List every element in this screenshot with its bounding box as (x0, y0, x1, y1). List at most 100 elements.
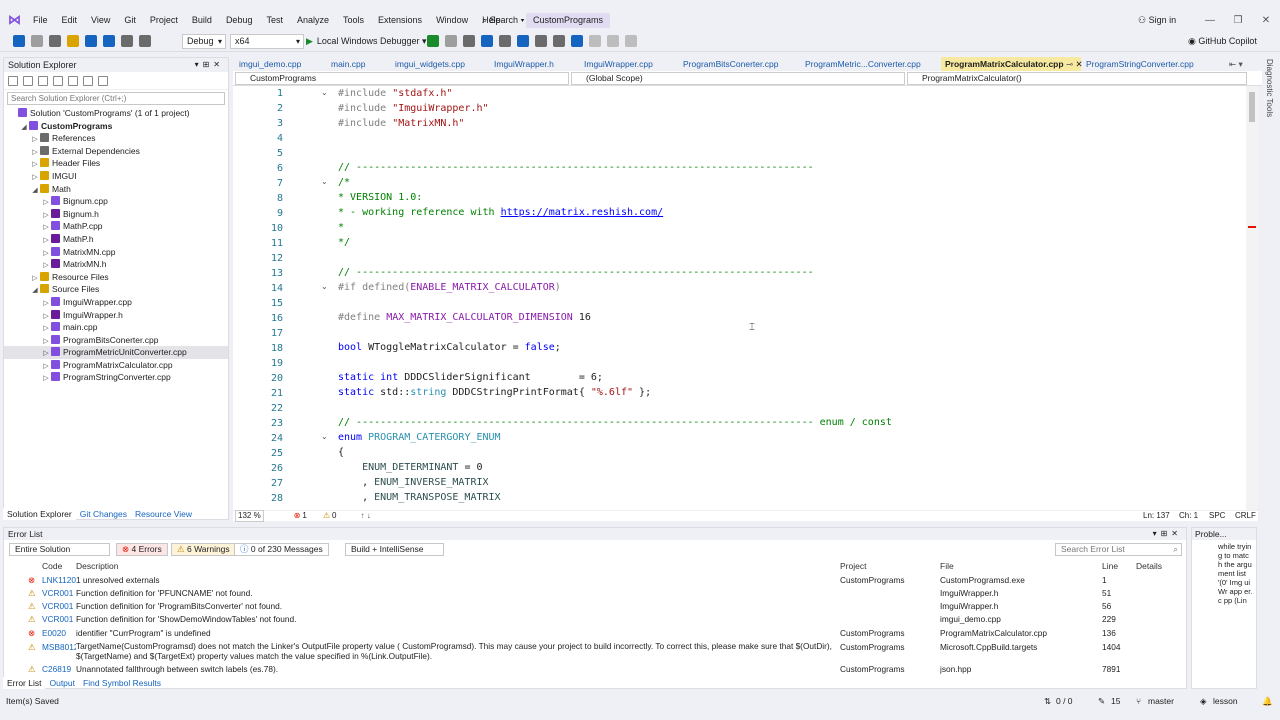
tree-item[interactable]: ◢ Math (4, 183, 228, 196)
project-dropdown[interactable]: CustomPrograms (235, 72, 569, 85)
status-branch[interactable]: master (1148, 693, 1174, 710)
show-all-files-icon[interactable] (68, 75, 78, 86)
restore-icon[interactable]: ❐ (1224, 10, 1252, 31)
tree-item[interactable]: ▷ References (4, 132, 228, 145)
editor-error-count[interactable]: 1 (302, 511, 306, 521)
tab-imguiwrapper-h[interactable]: ImguiWrapper.h (490, 57, 558, 71)
menu-analyze[interactable]: Analyze (290, 10, 336, 31)
whitespace-mode[interactable]: SPC (1209, 511, 1225, 521)
fold-toggle-icon[interactable]: ⌄ (321, 432, 328, 441)
tree-item[interactable]: ▷ Bignum.cpp (4, 195, 228, 208)
configuration-dropdown[interactable]: Debug (182, 34, 226, 49)
build-filter-dropdown[interactable]: Build + IntelliSense (345, 543, 444, 556)
clear-bookmarks-icon[interactable] (625, 35, 637, 47)
refresh-icon[interactable] (445, 35, 457, 47)
warnings-filter-button[interactable]: ⚠ 6 Warnings (171, 543, 236, 556)
editor-warning-count[interactable]: 0 (332, 511, 336, 521)
expand-arrow-icon[interactable]: ▷ (41, 373, 51, 386)
errors-filter-button[interactable]: ⊗ 4 Errors (116, 543, 168, 556)
status-repo[interactable]: lesson (1213, 693, 1238, 710)
menu-tools[interactable]: Tools (336, 10, 371, 31)
line-ending[interactable]: CRLF (1235, 511, 1256, 521)
redo-icon[interactable] (139, 35, 151, 47)
tree-item[interactable]: ▷ Bignum.h (4, 208, 228, 221)
menu-project[interactable]: Project (143, 10, 185, 31)
code-editor[interactable]: 1 2 3 4 5 6 7 8 9 10 11 12 13 14 15 16 17 18 19 20 21 22 23 24 2… (233, 86, 1258, 510)
tab-solution-explorer[interactable]: Solution Explorer (3, 508, 76, 520)
search-button[interactable]: ⌕ Search ▾ (476, 13, 530, 28)
tab-imgui-demo[interactable]: imgui_demo.cpp (235, 57, 305, 71)
tree-item[interactable]: ▷ External Dependencies (4, 145, 228, 158)
tab-output[interactable]: Output (45, 677, 79, 689)
column-project[interactable]: Project (840, 561, 866, 571)
tab-programmatrixcalculator[interactable]: ProgramMatrixCalculator.cpp ⊸ ✕ (941, 57, 1083, 71)
forward-icon[interactable] (31, 35, 43, 47)
tree-item[interactable]: ▷ IMGUI (4, 170, 228, 183)
open-folder-icon[interactable] (67, 35, 79, 47)
menu-view[interactable]: View (84, 10, 117, 31)
status-changes[interactable]: 15 (1111, 693, 1120, 710)
tab-resource-view[interactable]: Resource View (131, 508, 196, 520)
tab-imguiwrapper-cpp[interactable]: ImguiWrapper.cpp (580, 57, 657, 71)
nav-arrows-icon[interactable]: ↑ ↓ (360, 511, 370, 521)
run-debugger-button[interactable]: ▶ Local Windows Debugger ▾ (306, 34, 427, 49)
menu-window[interactable]: Window (429, 10, 475, 31)
member-dropdown[interactable]: ProgramMatrixCalculator() (907, 72, 1247, 85)
tab-imgui-widgets[interactable]: imgui_widgets.cpp (391, 57, 469, 71)
tree-item[interactable]: ▷ ProgramStringConverter.cpp (4, 371, 228, 384)
pin-icon[interactable]: ⊸ (1066, 59, 1073, 69)
tab-programstringconverter[interactable]: ProgramStringConverter.cpp (1082, 57, 1198, 71)
tree-item[interactable]: ◢ Source Files (4, 283, 228, 296)
status-updown[interactable]: 0 / 0 (1056, 693, 1073, 710)
notifications-icon[interactable]: 🔔 (1262, 693, 1273, 710)
tab-find-symbol-results[interactable]: Find Symbol Results (79, 677, 165, 689)
error-row[interactable]: ⚠ VCR001 Function definition for 'ShowDemo… (4, 613, 1180, 626)
scrollbar-thumb[interactable] (1249, 92, 1255, 122)
tab-git-changes[interactable]: Git Changes (76, 508, 131, 520)
error-row[interactable]: ⚠ C26819 Unannotated fallthrough between s… (4, 663, 1180, 676)
error-row[interactable]: ⚠ VCR001 Function definition for 'PFUNCNAM… (4, 587, 1180, 600)
preview-icon[interactable] (98, 75, 108, 86)
error-row[interactable]: ⊗ LNK1120 1 unresolved externals CustomProg… (4, 574, 1180, 587)
tree-item[interactable]: ▷ MathP.cpp (4, 220, 228, 233)
tree-item[interactable]: ▷ ImguiWrapper.h (4, 309, 228, 322)
fold-toggle-icon[interactable]: ⌄ (321, 282, 328, 291)
new-item-icon[interactable] (49, 35, 61, 47)
tree-item[interactable]: ▷ ImguiWrapper.cpp (4, 296, 228, 309)
fold-toggle-icon[interactable]: ⌄ (321, 177, 328, 186)
tree-item[interactable]: ▷ Resource Files (4, 271, 228, 284)
fold-toggle-icon[interactable]: ⌄ (321, 88, 328, 97)
panel-controls-icon[interactable]: ▾⊞✕ (1153, 528, 1182, 540)
menu-edit[interactable]: Edit (55, 10, 85, 31)
zoom-level[interactable]: 132 % (235, 510, 264, 522)
undo-icon[interactable] (121, 35, 133, 47)
scope-dropdown[interactable]: Entire Solution (9, 543, 110, 556)
home-icon[interactable] (8, 75, 18, 86)
save-all-icon[interactable] (103, 35, 115, 47)
column-line[interactable]: Line (1102, 561, 1118, 571)
tab-error-list[interactable]: Error List (3, 677, 46, 689)
error-row[interactable]: ⊗ E0020 identifier "CurrProgram" is undefi… (4, 627, 1180, 640)
platform-dropdown[interactable]: x64 (230, 34, 304, 49)
sync-icon[interactable] (38, 75, 48, 86)
menu-debug[interactable]: Debug (219, 10, 260, 31)
tree-item[interactable]: ▷ main.cpp (4, 321, 228, 334)
next-bookmark-icon[interactable] (607, 35, 619, 47)
minimize-icon[interactable]: — (1196, 10, 1224, 31)
solution-search-input[interactable]: Search Solution Explorer (Ctrl+;) (7, 92, 225, 105)
column-description[interactable]: Description (76, 561, 119, 571)
find-icon[interactable] (499, 35, 511, 47)
tab-programbitsconerter[interactable]: ProgramBitsConerter.cpp (679, 57, 782, 71)
panel-controls-icon[interactable]: ▾⊞✕ (195, 58, 224, 72)
column-details[interactable]: Details (1136, 561, 1162, 571)
error-row[interactable]: ⚠ VCR001 Function definition for 'ProgramB… (4, 600, 1180, 613)
menu-extensions[interactable]: Extensions (371, 10, 429, 31)
error-search-input[interactable]: Search Error List ⌕ (1055, 543, 1182, 556)
column-code[interactable]: Code (42, 561, 62, 571)
editor-vertical-scrollbar[interactable] (1246, 86, 1258, 510)
tab-main[interactable]: main.cpp (327, 57, 370, 71)
step-icon[interactable] (517, 35, 529, 47)
menu-build[interactable]: Build (185, 10, 219, 31)
reference-link[interactable]: https://matrix.reshish.com/ (501, 207, 664, 218)
prev-bookmark-icon[interactable] (589, 35, 601, 47)
